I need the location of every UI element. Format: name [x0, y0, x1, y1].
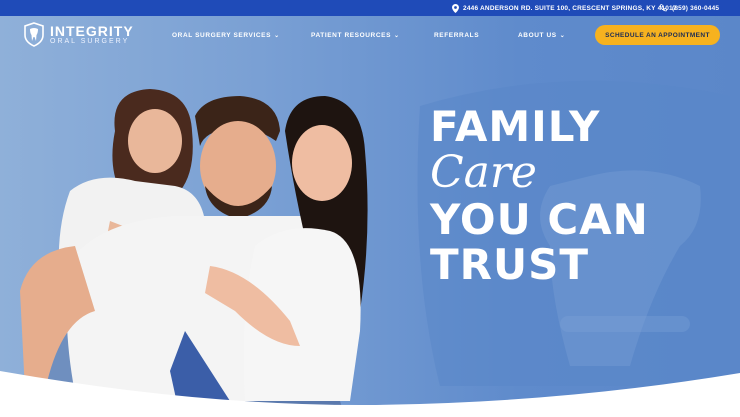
phone-link[interactable]: (859) 360-0445 [660, 4, 719, 12]
brand-tagline: ORAL SURGERY [50, 37, 130, 45]
address-link[interactable]: 2446 ANDERSON RD. SUITE 100, CRESCENT SP… [452, 4, 677, 13]
nav-oral-surgery-services[interactable]: ORAL SURGERY SERVICES ⌄ [172, 32, 280, 39]
tooth-shield-icon [24, 22, 44, 47]
brand-name: INTEGRITY [50, 22, 134, 39]
top-contact-bar: 2446 ANDERSON RD. SUITE 100, CRESCENT SP… [0, 0, 740, 16]
phone-text: (859) 360-0445 [672, 4, 720, 12]
nav-patient-resources[interactable]: PATIENT RESOURCES ⌄ [311, 32, 400, 39]
chevron-down-icon: ⌄ [274, 33, 280, 39]
schedule-appointment-button[interactable]: SCHEDULE AN APPOINTMENT [595, 25, 720, 45]
hero-section: INTEGRITY ORAL SURGERY ORAL SURGERY SERV… [0, 16, 740, 417]
address-text: 2446 ANDERSON RD. SUITE 100, CRESCENT SP… [463, 5, 677, 12]
nav-label: ABOUT US [518, 32, 557, 39]
brand-logo[interactable]: INTEGRITY ORAL SURGERY [24, 22, 134, 47]
nav-label: ORAL SURGERY SERVICES [172, 32, 272, 39]
bottom-wave-divider [0, 371, 740, 417]
chevron-down-icon: ⌄ [394, 33, 400, 39]
phone-icon [660, 4, 668, 12]
headline-line-2: Care [430, 147, 537, 198]
nav-label: PATIENT RESOURCES [311, 32, 392, 39]
headline-line-1: FAMILY [430, 102, 601, 151]
nav-about-us[interactable]: ABOUT US ⌄ [518, 32, 565, 39]
headline-line-4: TRUST [430, 240, 589, 289]
chevron-down-icon: ⌄ [559, 33, 566, 39]
nav-referrals[interactable]: REFERRALS [434, 32, 479, 39]
nav-label: REFERRALS [434, 32, 480, 39]
map-pin-icon [452, 4, 459, 13]
headline-line-3: YOU CAN [430, 195, 649, 244]
hero-headline: FAMILY Care YOU CAN TRUST [430, 104, 649, 287]
